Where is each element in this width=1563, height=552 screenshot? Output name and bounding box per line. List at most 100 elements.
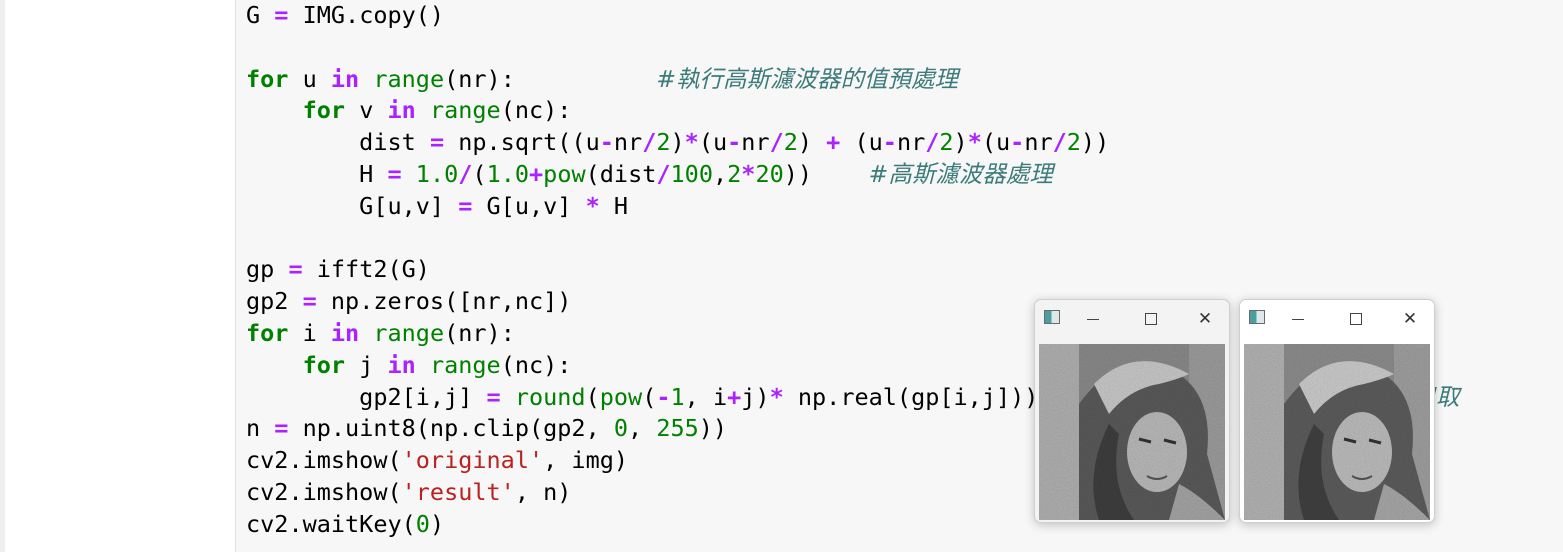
code-token: v xyxy=(345,96,388,125)
code-token: ( xyxy=(585,382,600,411)
lena-noisy-image xyxy=(1039,344,1225,520)
window-titlebar[interactable]: ✕ xyxy=(1035,300,1229,338)
code-line[interactable] xyxy=(246,32,1460,64)
maximize-button[interactable] xyxy=(1131,306,1171,332)
code-token: * xyxy=(585,191,600,220)
code-token: 1.0 xyxy=(486,159,530,188)
code-token: = xyxy=(288,255,303,284)
code-token: for xyxy=(302,96,346,125)
code-token: * xyxy=(967,128,982,157)
code-token: )) xyxy=(1080,128,1110,157)
code-token: np.uint8(np.clip(gp2, xyxy=(288,414,614,443)
code-token: H xyxy=(599,191,629,220)
code-token: ( xyxy=(472,159,487,188)
code-token: 2 xyxy=(727,159,742,188)
code-token: np.real(gp[i,j])) xyxy=(783,382,1039,411)
minimize-button[interactable] xyxy=(1278,306,1318,332)
code-token: * xyxy=(741,159,756,188)
close-button[interactable]: ✕ xyxy=(1390,306,1430,332)
code-token: range xyxy=(373,318,445,347)
code-token: 1.0 xyxy=(415,159,459,188)
code-line[interactable]: H = 1.0/(1.0+pow(dist/100,2*20)) #高斯濾波器處… xyxy=(246,159,1460,191)
code-token: in xyxy=(387,350,416,379)
code-token: 0 xyxy=(415,509,430,538)
code-token: for xyxy=(246,318,289,347)
code-line[interactable]: G[u,v] = G[u,v] * H xyxy=(246,191,1460,223)
imshow-window-original[interactable]: ✕ xyxy=(1034,299,1230,523)
code-token: 20 xyxy=(755,159,784,188)
code-token: (nr): xyxy=(444,64,657,93)
code-token: nr xyxy=(741,128,770,157)
code-token: )) xyxy=(783,159,869,188)
code-token: ifft2(G) xyxy=(302,255,430,284)
code-token: nr xyxy=(896,128,926,157)
code-line[interactable]: for v in range(nc): xyxy=(246,95,1460,127)
code-line[interactable]: G = IMG.copy() xyxy=(246,0,1460,32)
lena-filtered-image xyxy=(1244,344,1430,520)
code-token: )) xyxy=(698,414,728,443)
code-token: in xyxy=(330,64,360,93)
code-token: gp2 xyxy=(246,287,303,316)
code-token: 255 xyxy=(656,414,699,443)
code-line[interactable] xyxy=(246,223,1460,255)
code-comment: #執行高斯濾波器的值預處理 xyxy=(656,64,959,93)
minimize-button[interactable] xyxy=(1073,306,1113,332)
code-token: np.sqrt((u xyxy=(444,128,600,157)
code-token: pow xyxy=(599,382,643,411)
code-token: / xyxy=(458,159,473,188)
maximize-icon xyxy=(1350,313,1362,325)
close-button[interactable]: ✕ xyxy=(1185,306,1225,332)
code-token: = xyxy=(486,382,501,411)
code-token: ) xyxy=(953,128,968,157)
code-token: + xyxy=(826,128,841,157)
code-token: in xyxy=(330,318,360,347)
code-token: , xyxy=(628,414,657,443)
code-token: pow xyxy=(543,159,586,188)
code-token: 0 xyxy=(613,414,629,443)
window-titlebar[interactable]: ✕ xyxy=(1240,300,1434,338)
code-token: 'result' xyxy=(401,477,515,506)
maximize-icon xyxy=(1145,313,1157,325)
code-line[interactable]: for u in range(nr): #執行高斯濾波器的值預處理 xyxy=(246,64,1460,96)
minimize-icon xyxy=(1292,318,1304,320)
code-token: dist xyxy=(246,128,430,157)
code-token: - xyxy=(1010,128,1025,157)
code-token: (u xyxy=(840,128,883,157)
code-token: / xyxy=(925,128,940,157)
code-token: , i xyxy=(684,382,728,411)
code-token: = xyxy=(429,128,445,157)
code-token: for xyxy=(302,350,346,379)
code-token: = xyxy=(458,191,473,220)
code-token: IMG.copy() xyxy=(288,1,445,29)
code-token: (u xyxy=(698,128,728,157)
code-token: 'original' xyxy=(401,446,544,475)
code-token: nr xyxy=(1024,128,1053,157)
code-token: j xyxy=(345,350,388,379)
code-token: 2 xyxy=(939,128,954,157)
code-token: in xyxy=(387,96,416,125)
code-token: , xyxy=(712,159,728,188)
code-token: gp2[i,j] xyxy=(246,382,487,411)
image-display-result xyxy=(1244,344,1430,520)
code-token: / xyxy=(656,159,671,188)
code-token: + xyxy=(727,382,742,411)
image-display-original xyxy=(1039,344,1225,520)
code-token: 100 xyxy=(670,159,713,188)
code-token: ) xyxy=(797,128,827,157)
code-token: (nc): xyxy=(500,96,572,125)
code-line[interactable]: dist = np.sqrt((u-nr/2)*(u-nr/2) + (u-nr… xyxy=(246,127,1460,159)
maximize-button[interactable] xyxy=(1336,306,1376,332)
code-token: = xyxy=(274,1,289,29)
code-token: range xyxy=(373,64,445,93)
code-token: - xyxy=(882,128,897,157)
code-token: cv2.imshow( xyxy=(246,477,402,506)
code-token: + xyxy=(529,159,544,188)
code-token: G xyxy=(246,1,275,29)
code-token: * xyxy=(769,382,784,411)
imshow-window-result[interactable]: ✕ xyxy=(1239,299,1435,523)
code-line[interactable]: gp = ifft2(G) xyxy=(246,254,1460,286)
code-token: i xyxy=(288,318,331,347)
code-token: 1 xyxy=(670,382,685,411)
